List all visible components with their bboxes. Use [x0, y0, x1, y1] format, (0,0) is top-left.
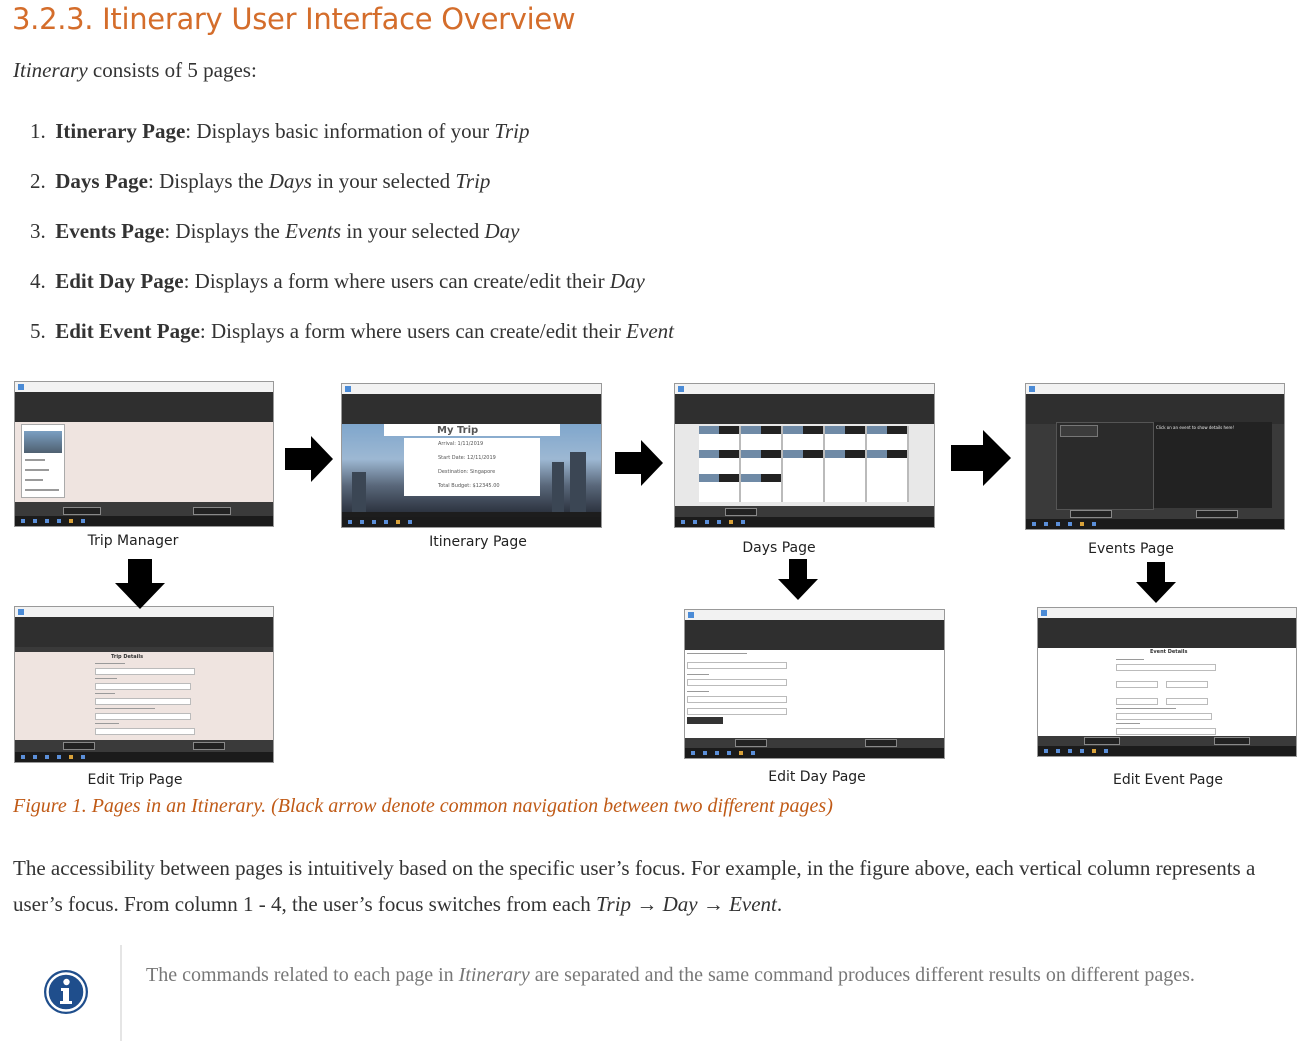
intro-rest: consists of 5 pages: [87, 58, 257, 82]
caption-days-page: Days Page [742, 540, 816, 556]
trip-details-title: Trip Details [111, 654, 144, 660]
caption-edit-day-page: Edit Day Page [768, 769, 866, 785]
caption-trip-manager: Trip Manager [87, 533, 179, 549]
figure-pages: Trip Manager My Trip Arrival: 1/11/2019 … [0, 376, 1314, 796]
caption-events-page: Events Page [1088, 541, 1174, 557]
event-details-title: Event Details [1150, 649, 1188, 655]
screenshot-edit-event-page: Event Details [1037, 607, 1297, 757]
caption-edit-trip-page: Edit Trip Page [87, 772, 183, 788]
note-divider [120, 945, 122, 1041]
list-item: 5. Edit Event Page: Displays a form wher… [30, 319, 674, 343]
screenshot-days-page [674, 383, 935, 528]
note-text: The commands related to each page in Iti… [146, 964, 1195, 986]
screenshot-itinerary-page: My Trip Arrival: 1/11/2019 Start Date: 1… [341, 383, 602, 528]
my-trip-title: My Trip [437, 425, 479, 436]
info-note: The commands related to each page in Iti… [0, 945, 1314, 1045]
arrow-down-icon [115, 559, 165, 609]
body-paragraph: The accessibility between pages is intui… [13, 856, 1256, 916]
arrow-right-icon [951, 430, 1011, 486]
budget-text: Total Budget: $12345.00 [438, 483, 500, 489]
list-item: 3. Events Page: Displays the Events in y… [30, 219, 520, 243]
screenshot-trip-manager [14, 381, 274, 527]
arrow-right-icon [615, 440, 663, 486]
intro-text: Itinerary consists of 5 pages: [13, 58, 257, 83]
screenshot-edit-trip-page: Trip Details [14, 606, 274, 763]
arrow-right-icon [285, 436, 333, 482]
list-item: 1. Itinerary Page: Displays basic inform… [30, 119, 530, 143]
events-hint: Click on an event to show details here! [1156, 425, 1235, 430]
destination-text: Destination: Singapore [438, 469, 496, 475]
list-item: 4. Edit Day Page: Displays a form where … [30, 269, 645, 293]
caption-itinerary-page: Itinerary Page [429, 534, 527, 550]
intro-italic: Itinerary [13, 58, 88, 82]
start-date-text: Start Date: 12/11/2019 [438, 455, 496, 461]
screenshot-edit-day-page [684, 609, 945, 759]
caption-edit-event-page: Edit Event Page [1112, 772, 1223, 788]
arrow-down-icon [1136, 562, 1176, 603]
pages-list: 1. Itinerary Page: Displays basic inform… [30, 119, 674, 369]
arrival-text: Arrival: 1/11/2019 [438, 441, 484, 447]
screenshot-events-page: Click on an event to show details here! [1025, 383, 1285, 530]
list-item: 2. Days Page: Displays the Days in your … [30, 169, 491, 193]
arrow-down-icon [778, 559, 818, 600]
figure-caption: Figure 1. Pages in an Itinerary. (Black … [13, 795, 833, 817]
section-heading: 3.2.3. Itinerary User Interface Overview [12, 2, 576, 36]
